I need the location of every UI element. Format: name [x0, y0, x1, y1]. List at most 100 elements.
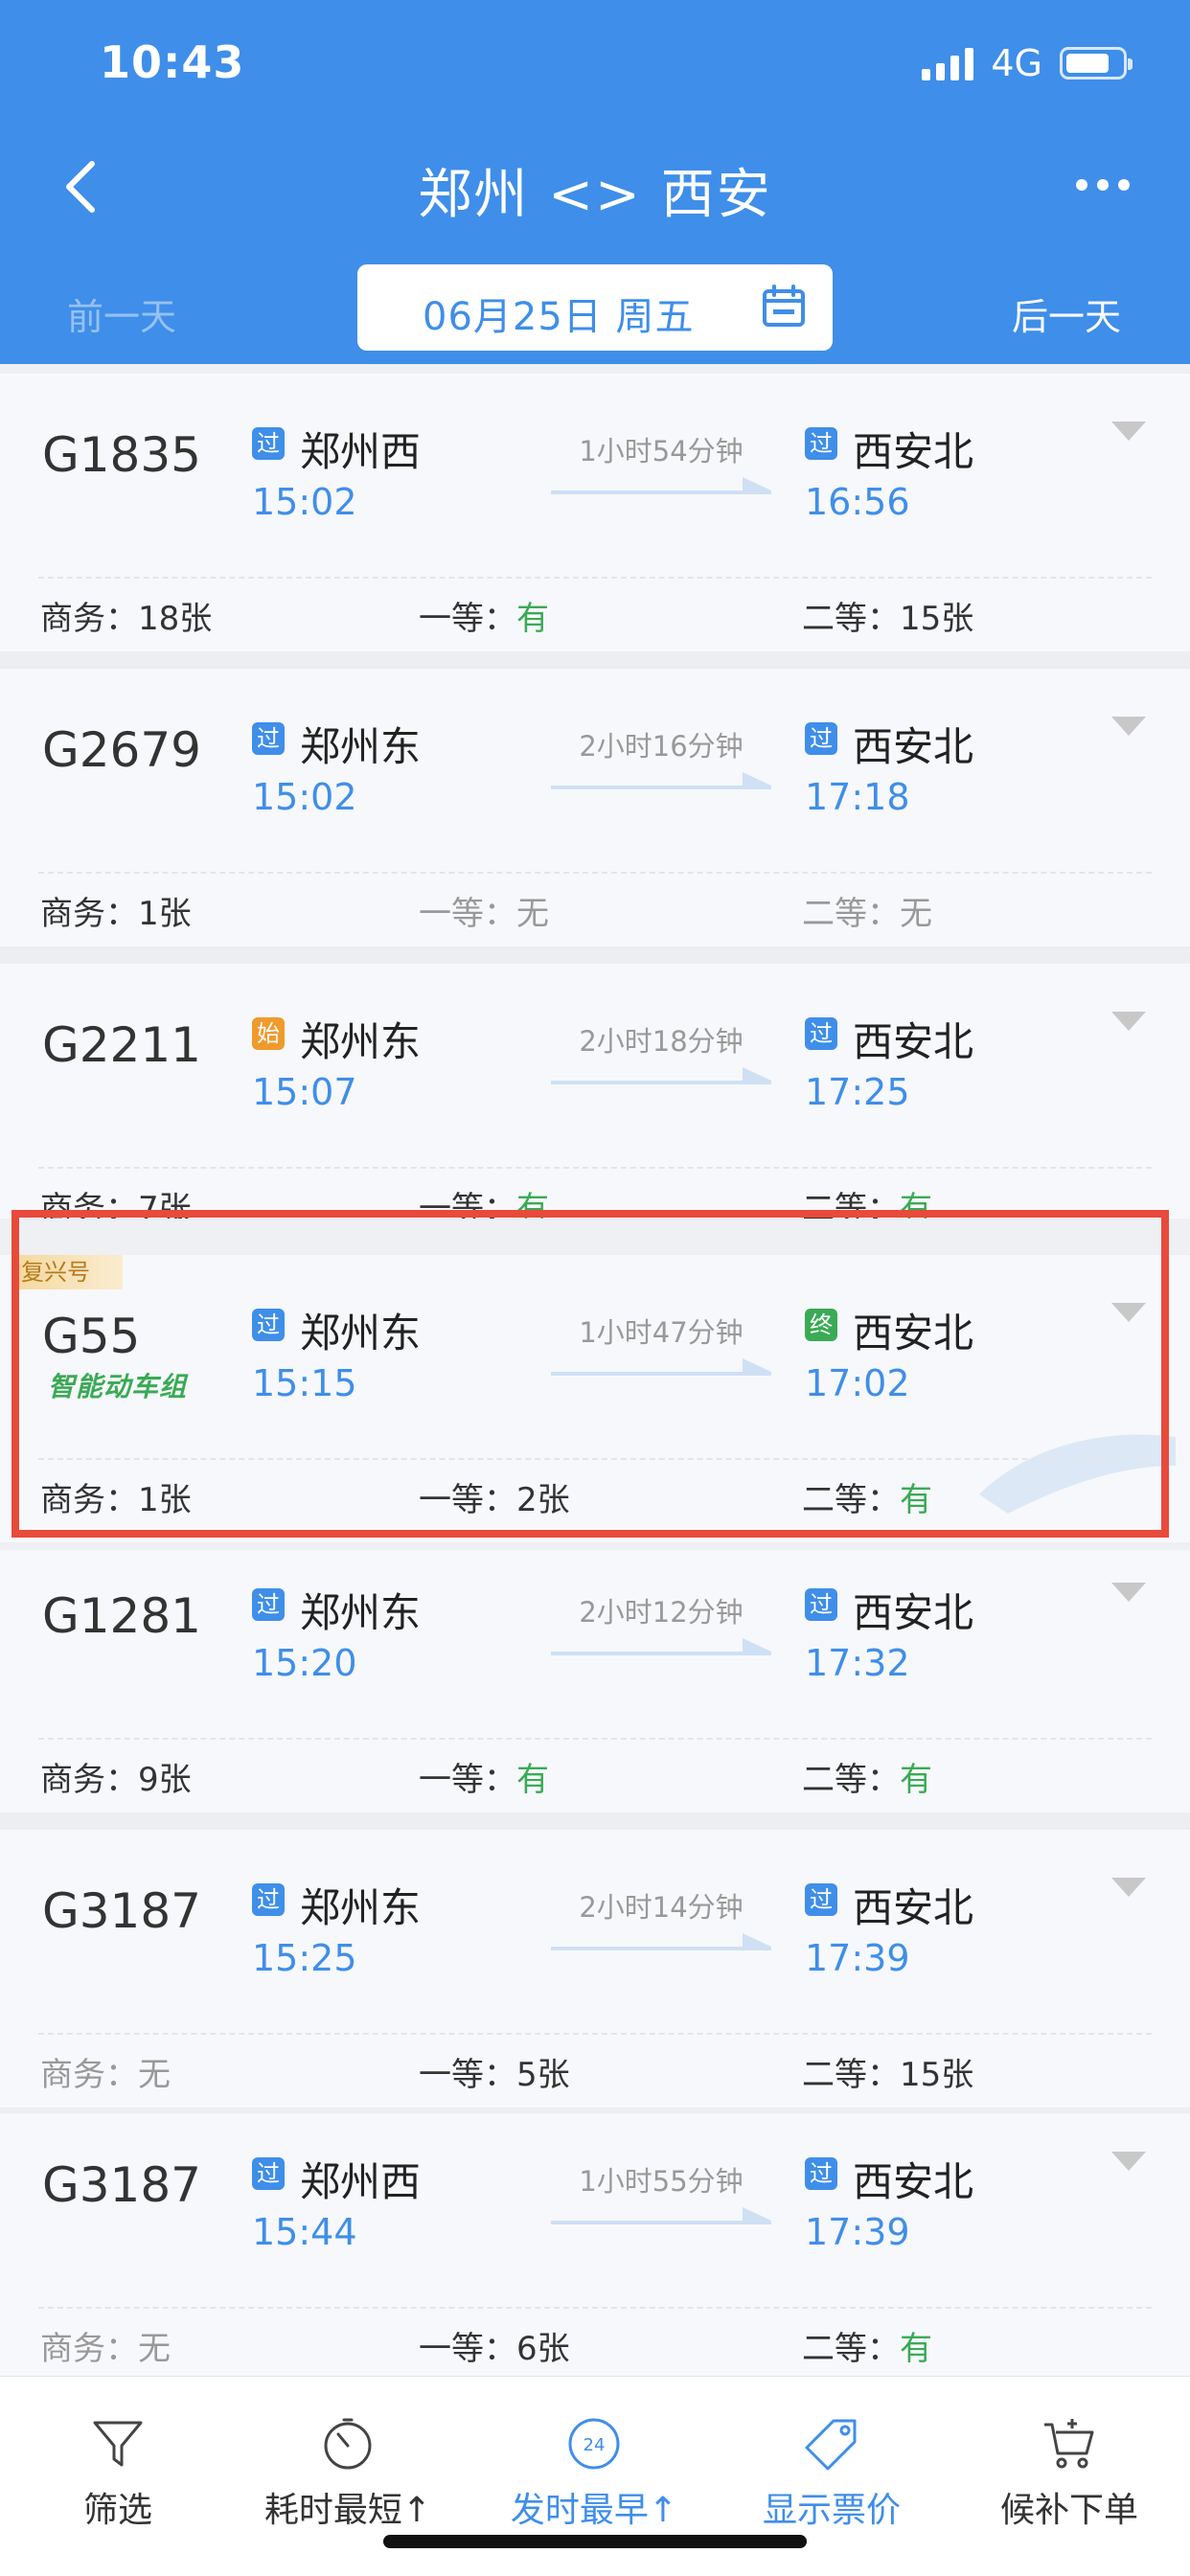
station-tag: 始 — [252, 1017, 285, 1050]
arrival-time: 17:32 — [805, 1642, 910, 1684]
arrow-right-icon — [551, 1067, 771, 1084]
seat-first-class: 一等：5张 — [419, 2056, 570, 2094]
station-tag: 过 — [805, 1017, 837, 1050]
train-card[interactable]: G1281 过 郑州东 15:20 2小时12分钟 过 西安北 17:32 商务… — [0, 1550, 1190, 1828]
arrow-right-icon — [551, 772, 771, 789]
chevron-down-icon[interactable] — [1110, 1010, 1148, 1033]
tab-waitlist-order[interactable]: 候补下单 — [954, 2415, 1184, 2532]
battery-icon — [1060, 47, 1133, 80]
tab-label: 显示票价 — [762, 2491, 901, 2530]
cart-icon — [1044, 2419, 1094, 2469]
status-indicators: 4G — [922, 42, 1133, 84]
seat-first-class: 一等：有 — [419, 600, 549, 638]
card-gap — [0, 651, 1190, 669]
divider — [38, 1738, 1152, 1740]
departure-time: 15:07 — [252, 1071, 357, 1113]
train-card[interactable]: G3187 过 郑州东 15:25 2小时14分钟 过 西安北 17:39 商务… — [0, 1830, 1190, 2108]
arrival-station: 西安北 — [853, 2158, 974, 2205]
seat-first-class: 一等：无 — [419, 895, 549, 933]
tab-label: 发时最早↑ — [510, 2491, 678, 2530]
prev-day-button[interactable]: 前一天 — [67, 287, 176, 340]
seat-business: 商务：无 — [40, 2330, 171, 2368]
departure-time: 15:02 — [252, 481, 357, 523]
travel-duration: 2小时14分钟 — [579, 1891, 744, 1924]
train-number: G55 — [42, 1309, 141, 1364]
filter-icon — [93, 2421, 143, 2467]
arrival-time: 17:39 — [805, 2211, 910, 2253]
arrival-station: 西安北 — [853, 1589, 974, 1636]
arrow-right-icon — [551, 1638, 771, 1655]
calendar-icon — [763, 285, 805, 327]
station-tag: 过 — [252, 1883, 285, 1916]
smart-emu-logo: 智能动车组 — [48, 1371, 188, 1402]
station-tag: 终 — [805, 1309, 837, 1341]
train-card[interactable]: G2679 过 郑州东 15:02 2小时16分钟 过 西安北 17:18 商务… — [0, 669, 1190, 946]
divider — [38, 1167, 1152, 1169]
seat-second-class: 二等：有 — [802, 1481, 932, 1519]
travel-duration: 2小时16分钟 — [579, 730, 744, 763]
seat-business: 商务：无 — [40, 2056, 171, 2094]
status-time: 10:43 — [100, 36, 245, 88]
travel-duration: 1小时47分钟 — [579, 1316, 744, 1349]
signal-icon — [922, 46, 974, 80]
train-card[interactable]: G3187 过 郑州西 15:44 1小时55分钟 过 西安北 17:39 商务… — [0, 2113, 1190, 2376]
station-tag: 过 — [252, 1309, 285, 1341]
fuxing-badge: 复兴号 — [17, 1255, 123, 1289]
seat-second-class: 二等：无 — [802, 895, 932, 933]
train-card[interactable]: G2211 始 郑州东 15:07 2小时18分钟 过 西安北 17:25 商务… — [0, 964, 1190, 1219]
arrival-time: 17:02 — [805, 1362, 910, 1404]
chevron-down-icon[interactable] — [1110, 1581, 1148, 1604]
train-card[interactable]: G1835 过 郑州西 15:02 1小时54分钟 过 西安北 16:56 商务… — [0, 374, 1190, 651]
chevron-down-icon[interactable] — [1110, 1301, 1148, 1324]
train-card-highlighted[interactable]: 复兴号 G55 智能动车组 过 郑州东 15:15 1小时47分钟 终 西安北 … — [0, 1255, 1190, 1542]
departure-station: 郑州东 — [300, 723, 422, 770]
seat-business: 商务：1张 — [40, 895, 192, 933]
price-tag-icon — [805, 2419, 857, 2471]
travel-duration: 2小时12分钟 — [579, 1596, 744, 1629]
station-tag: 过 — [805, 2157, 837, 2190]
tab-label: 筛选 — [82, 2491, 152, 2530]
departure-station: 郑州西 — [300, 428, 422, 475]
station-tag: 过 — [805, 722, 837, 755]
chevron-down-icon[interactable] — [1110, 1876, 1148, 1899]
seat-business: 商务：1张 — [40, 1481, 192, 1519]
departure-time: 15:20 — [252, 1642, 357, 1684]
divider — [38, 2033, 1152, 2035]
arrival-station: 西安北 — [853, 428, 974, 475]
seat-business: 商务：9张 — [40, 1761, 192, 1799]
card-gap — [0, 1812, 1190, 1830]
timer-icon — [324, 2418, 372, 2470]
seat-second-class: 二等：15张 — [802, 2056, 974, 2094]
travel-duration: 1小时55分钟 — [579, 2165, 744, 2198]
seat-first-class: 一等：有 — [419, 1190, 549, 1219]
chevron-down-icon[interactable] — [1110, 420, 1148, 443]
arrival-time: 17:39 — [805, 1937, 910, 1979]
more-button[interactable] — [1069, 171, 1136, 199]
arrival-station: 西安北 — [853, 723, 974, 770]
departure-time: 15:25 — [252, 1937, 357, 1979]
seat-second-class: 二等：有 — [802, 1190, 932, 1219]
seat-second-class: 二等：15张 — [802, 600, 974, 638]
more-dot-icon — [1076, 179, 1087, 191]
departure-time: 15:44 — [252, 2211, 357, 2253]
arrival-time: 17:25 — [805, 1071, 910, 1113]
chevron-down-icon[interactable] — [1110, 2150, 1148, 2173]
departure-time: 15:02 — [252, 776, 357, 818]
departure-station: 郑州东 — [300, 1589, 422, 1636]
card-gap — [0, 946, 1190, 964]
date-selector: 前一天 06月25日 周五 后一天 — [0, 259, 1190, 354]
status-bar: 10:43 4G — [0, 0, 1190, 125]
arrow-right-icon — [551, 1933, 771, 1950]
clock-24-icon: 24 — [568, 2418, 620, 2470]
seat-second-class: 二等：有 — [802, 1761, 932, 1799]
chevron-down-icon[interactable] — [1110, 715, 1148, 738]
tab-show-price[interactable]: 显示票价 — [717, 2415, 947, 2532]
header: 10:43 4G 郑州 <> 西安 前一天 06月25日 周五 后一天 — [0, 0, 1190, 364]
next-day-button[interactable]: 后一天 — [1012, 287, 1121, 340]
tab-shortest-duration[interactable]: 耗时最短↑ — [233, 2415, 463, 2532]
arrow-right-icon — [551, 1358, 771, 1376]
tab-filter[interactable]: 筛选 — [3, 2415, 233, 2532]
tab-earliest-departure[interactable]: 24 发时最早↑ — [479, 2415, 709, 2532]
arrow-right-icon — [551, 477, 771, 494]
date-picker[interactable]: 06月25日 周五 — [357, 264, 833, 351]
